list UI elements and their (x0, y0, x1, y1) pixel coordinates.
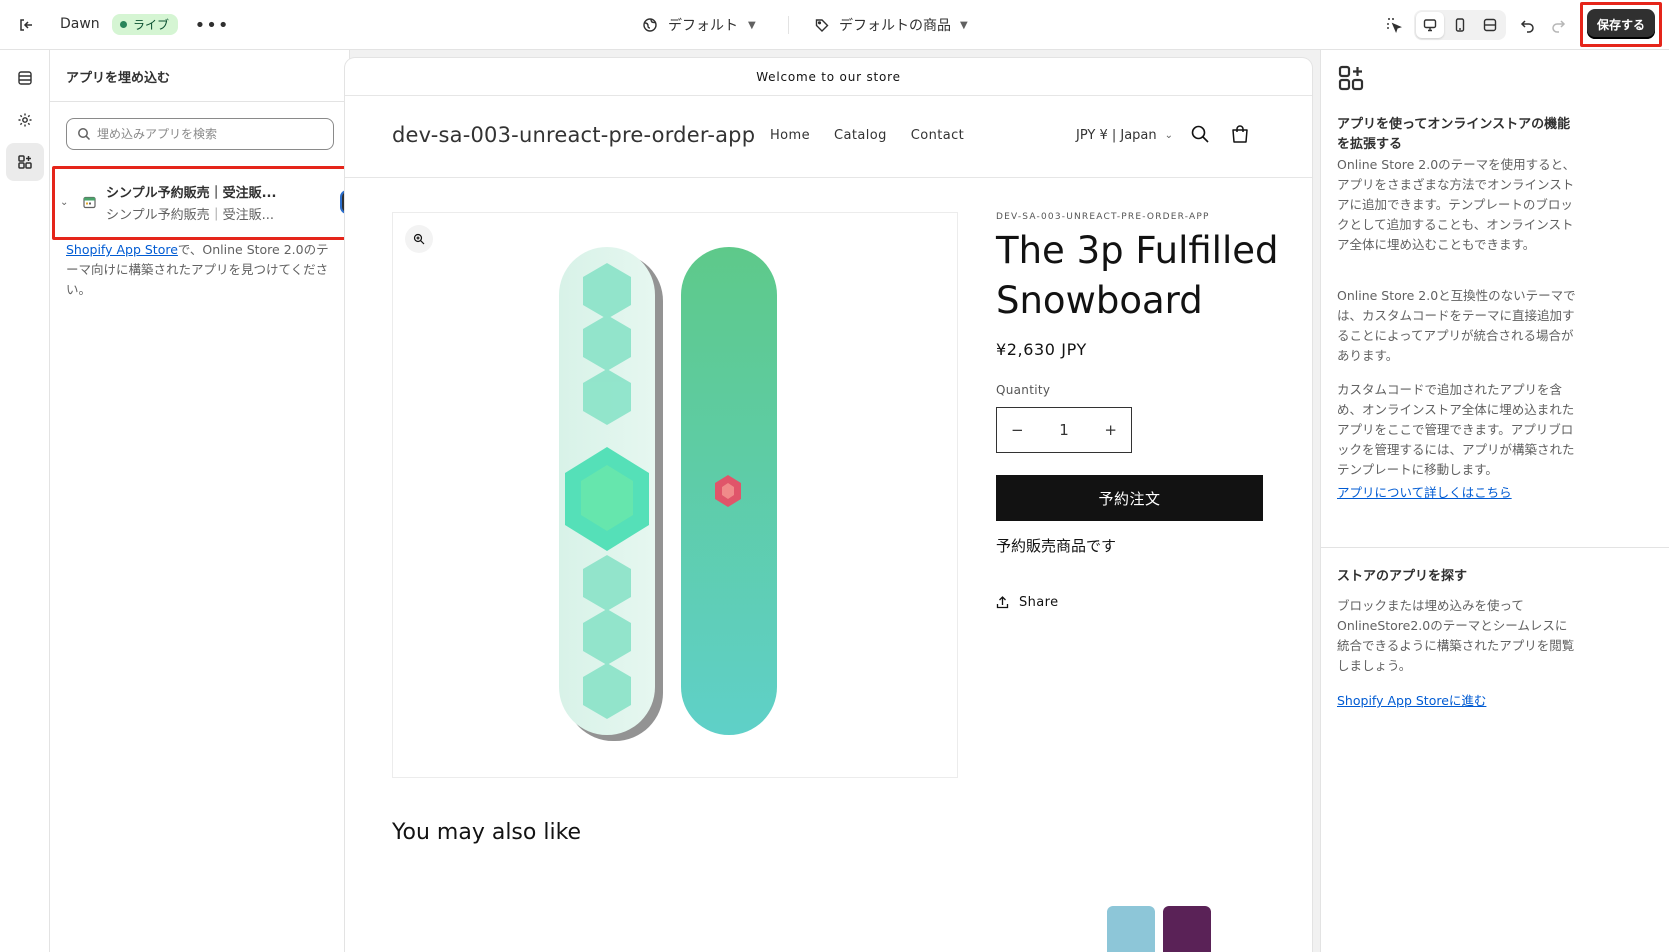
app-subtitle: シンプル予約販売｜受注販... (106, 207, 275, 223)
quantity-label: Quantity (996, 383, 1051, 397)
theme-preview: Welcome to our store dev-sa-003-unreact-… (345, 58, 1312, 952)
announcement-bar: Welcome to our store (345, 58, 1312, 96)
quantity-minus-button[interactable]: − (1011, 421, 1024, 439)
app-store-link-suffix: に進む (1448, 693, 1487, 708)
share-label: Share (1019, 595, 1059, 610)
more-actions-icon[interactable]: ••• (195, 13, 229, 37)
go-to-app-store-link[interactable]: Shopify App Storeに進む (1337, 690, 1486, 709)
quantity-plus-button[interactable]: + (1104, 421, 1117, 439)
inspector-icon[interactable] (1382, 13, 1406, 37)
product-selector[interactable]: デフォルトの商品 ▼ (814, 13, 968, 37)
rail-sections-button[interactable] (6, 59, 44, 97)
exit-icon[interactable] (14, 13, 38, 37)
template-selector[interactable]: デフォルト ▼ (642, 13, 756, 37)
app-embeds-panel: アプリを埋め込む ⌄ シンプル予約販売｜受注販... シンプル予約販売｜受注販.… (50, 50, 376, 952)
info-paragraph-2: Online Store 2.0と互換性のないテーマでは、カスタムコードをテーマ… (1337, 288, 1576, 363)
chevron-down-icon: ▼ (960, 19, 968, 31)
currency-label: JPY ¥ | Japan (1076, 128, 1157, 143)
preorder-note: 予約販売商品です (996, 537, 1117, 555)
nav-item-contact[interactable]: Contact (911, 128, 964, 143)
panel-divider (50, 101, 350, 102)
sections-icon (18, 71, 32, 85)
info-divider (1321, 547, 1669, 548)
live-dot-icon (120, 21, 127, 28)
product-image (559, 247, 777, 741)
theme-name: Dawn (60, 16, 100, 32)
sidebar-rail (0, 50, 50, 952)
related-product-thumbnail[interactable] (1163, 906, 1211, 952)
tag-icon (815, 19, 829, 32)
cart-icon[interactable] (1229, 123, 1251, 149)
main-nav: Home Catalog Contact (770, 128, 964, 143)
top-bar: Dawn ライブ ••• デフォルト ▼ デフォルトの商品 ▼ 保存する (0, 0, 1669, 50)
currency-selector[interactable]: JPY ¥ | Japan ⌄ (1076, 128, 1173, 143)
rail-settings-button[interactable] (6, 101, 44, 139)
app-embed-item[interactable]: ⌄ シンプル予約販売｜受注販... シンプル予約販売｜受注販... (60, 173, 342, 231)
app-title: シンプル予約販売｜受注販... (106, 185, 277, 201)
related-product-thumbnail[interactable] (1107, 906, 1155, 952)
fullscreen-view-button[interactable] (1476, 12, 1504, 38)
info-paragraph-3: カスタムコードで追加されたアプリを含め、オンラインストア全体に埋め込まれたアプリ… (1337, 382, 1575, 477)
product-label: デフォルトの商品 (839, 18, 951, 34)
template-label: デフォルト (668, 18, 738, 34)
share-button[interactable]: Share (996, 595, 1059, 610)
desktop-icon (1423, 19, 1437, 32)
product-title: The 3p Fulfilled Snowboard (996, 229, 1279, 322)
store-logo-text[interactable]: dev-sa-003-unreact-pre-order-app (392, 123, 755, 147)
search-icon[interactable] (1190, 124, 1210, 148)
quantity-value[interactable]: 1 (1059, 421, 1069, 439)
extend-heading: アプリを使ってオンラインストアの機能を拡張する (1337, 117, 1571, 152)
panel-title: アプリを埋め込む (66, 71, 171, 86)
search-field[interactable] (66, 118, 334, 150)
share-icon (996, 596, 1009, 609)
info-paragraph-1: Online Store 2.0のテーマを使用すると、アプリをさまざまな方法でオ… (1337, 157, 1576, 252)
search-icon (78, 128, 91, 141)
product-price: ¥2,630 JPY (996, 340, 1087, 359)
chevron-down-icon: ⌄ (1164, 130, 1174, 141)
app-store-link[interactable]: Shopify App Store (66, 242, 178, 257)
live-label: ライブ (133, 18, 170, 32)
nav-item-home[interactable]: Home (770, 128, 810, 143)
gear-icon (18, 113, 32, 127)
app-texts: シンプル予約販売｜受注販... シンプル予約販売｜受注販... (106, 182, 286, 223)
preorder-button[interactable]: 予約注文 (996, 475, 1263, 521)
toolbar-divider (788, 16, 789, 34)
mobile-icon (1455, 18, 1465, 32)
chevron-down-icon[interactable]: ⌄ (60, 197, 78, 208)
apps-icon (1337, 64, 1365, 96)
info-paragraph-4: ブロックまたは埋め込みを使ってOnlineStore2.0のテーマとシームレスに… (1337, 598, 1575, 673)
app-store-link-text: Shopify App Store (1337, 693, 1449, 708)
nav-item-catalog[interactable]: Catalog (834, 128, 887, 143)
learn-more-link[interactable]: アプリについて詳しくはこちら (1337, 482, 1512, 501)
globe-icon (643, 18, 657, 32)
find-apps-heading: ストアのアプリを探す (1337, 569, 1468, 584)
device-switcher (1414, 10, 1506, 40)
store-header: dev-sa-003-unreact-pre-order-app Home Ca… (345, 96, 1312, 178)
fullwidth-icon (1483, 18, 1497, 32)
app-logo-icon (78, 196, 100, 209)
mobile-view-button[interactable] (1446, 12, 1474, 38)
save-button[interactable]: 保存する (1587, 9, 1655, 39)
rail-apps-button[interactable] (6, 143, 44, 181)
undo-icon[interactable] (1516, 13, 1540, 37)
related-products-heading: You may also like (392, 820, 582, 845)
apps-icon (18, 155, 32, 169)
zoom-icon[interactable] (405, 225, 433, 253)
info-panel: アプリを使ってオンラインストアの機能を拡張する Online Store 2.0… (1320, 50, 1669, 952)
app-store-help: Shopify App Storeで、Online Store 2.0のテーマ向… (66, 240, 336, 300)
search-input[interactable] (97, 127, 327, 141)
quantity-stepper: − 1 + (996, 407, 1132, 453)
desktop-view-button[interactable] (1416, 12, 1444, 38)
product-media[interactable] (392, 212, 958, 778)
chevron-down-icon: ▼ (748, 19, 756, 31)
redo-icon[interactable] (1546, 13, 1570, 37)
live-badge: ライブ (112, 14, 179, 35)
product-vendor: DEV-SA-003-UNREACT-PRE-ORDER-APP (996, 212, 1210, 222)
